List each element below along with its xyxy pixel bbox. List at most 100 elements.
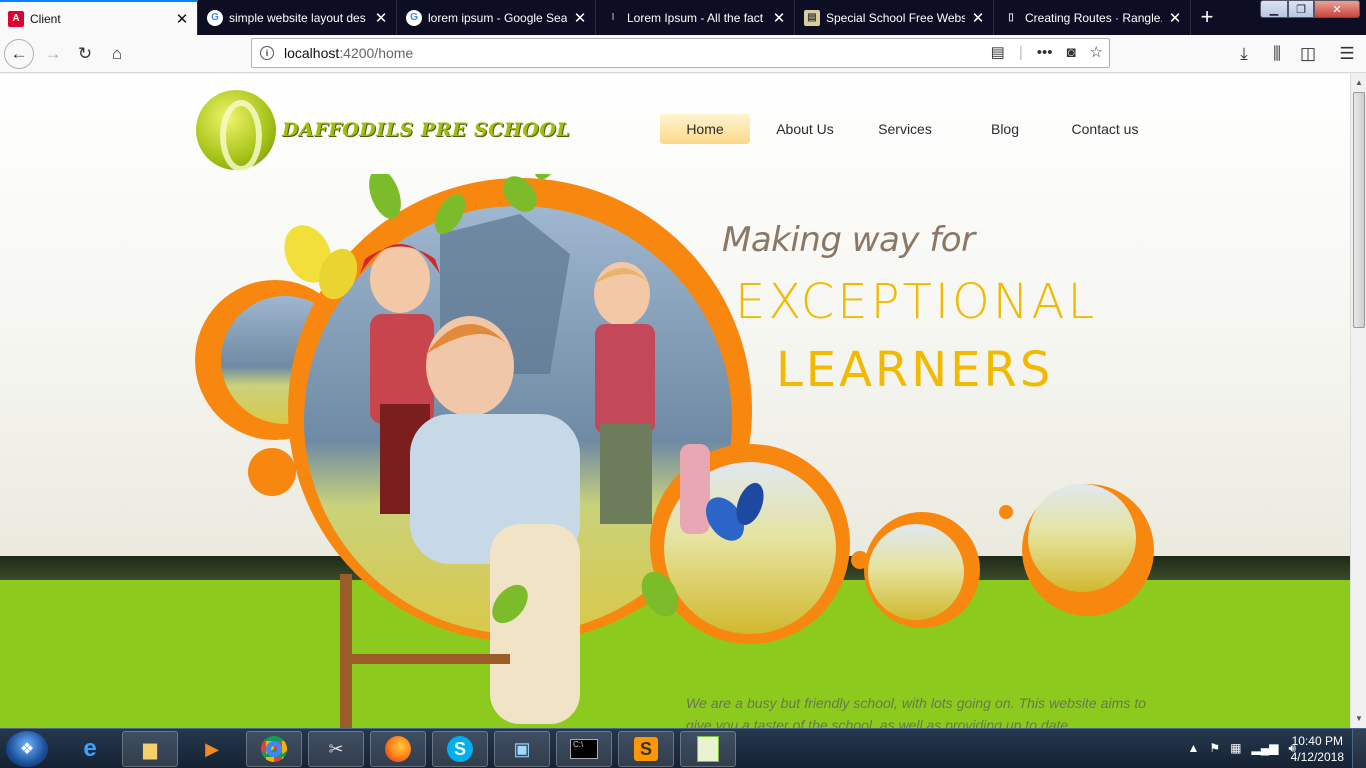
taskbar-firefox[interactable] (370, 731, 426, 767)
close-window-button[interactable]: ✕ (1314, 0, 1360, 18)
reload-button[interactable]: ↻ (70, 39, 100, 69)
minimize-button[interactable]: ▁ (1260, 0, 1288, 18)
tab-google-search-2[interactable]: G lorem ipsum - Google Sea ✕ (398, 0, 596, 35)
url-divider: | (1018, 43, 1023, 61)
url-bar[interactable]: i localhost:4200/home ▤ | ••• ◙ ☆ (251, 38, 1110, 68)
lorem-icon: Ɩ (611, 12, 615, 23)
main-menu: Home About Us Services Blog Contact us (660, 114, 1160, 144)
logo-text: DAFFODILS PRE SCHOOL (282, 119, 571, 141)
close-tab-icon[interactable]: ✕ (971, 9, 985, 27)
terminal-icon: C:\ (570, 739, 598, 759)
new-tab-button[interactable]: + (1196, 4, 1218, 30)
tab-title: lorem ipsum - Google Sea (428, 10, 567, 25)
menu-home[interactable]: Home (660, 114, 750, 144)
sidebar-icon: ◫ (1299, 44, 1317, 63)
bookmark-star-icon[interactable]: ☆ (1090, 43, 1103, 61)
skype-icon: S (447, 736, 473, 762)
sidebar-button[interactable]: ◫ (1293, 39, 1323, 69)
page-viewport: DAFFODILS PRE SCHOOL Home About Us Servi… (0, 74, 1350, 728)
close-tab-icon[interactable]: ✕ (175, 10, 189, 28)
taskbar-internet-explorer[interactable]: e (62, 731, 118, 767)
taskbar-network-monitor[interactable]: ▣ (494, 731, 550, 767)
scroll-down-icon[interactable]: ▼ (1353, 712, 1365, 726)
menu-contact-us[interactable]: Contact us (1060, 114, 1150, 144)
taskbar-command-prompt[interactable]: C:\ (556, 731, 612, 767)
arrow-left-icon: ← (10, 44, 28, 63)
reader-view-icon[interactable]: ▤ (991, 43, 1005, 61)
tab-title: Client (30, 11, 61, 26)
restore-button[interactable]: ❐ (1288, 0, 1314, 18)
back-button[interactable]: ← (4, 39, 34, 69)
notepad-icon (697, 736, 719, 762)
navigation-toolbar: ← → ↻ ⌂ i localhost:4200/home ▤ | ••• ◙ … (0, 35, 1366, 73)
headline-exceptional: EXCEPTIONAL (735, 274, 1098, 330)
security-icon[interactable]: ▦ (1230, 741, 1241, 756)
tab-google-search-1[interactable]: G simple website layout des ✕ (199, 0, 397, 35)
intro-paragraph: We are a busy but friendly school, with … (686, 695, 1146, 728)
close-tab-icon[interactable]: ✕ (573, 9, 587, 27)
tools-icon: ✂ (328, 738, 344, 759)
tab-title: Special School Free Websi (826, 10, 965, 25)
library-icon: ⫼ (1273, 44, 1281, 63)
menu-about-us[interactable]: About Us (760, 114, 850, 144)
taskbar-sublime-text[interactable]: S (618, 731, 674, 767)
taskbar-file-explorer[interactable]: ▆ (122, 731, 178, 767)
pocket-icon[interactable]: ◙ (1066, 44, 1075, 61)
page-icon: ▤ (804, 9, 820, 26)
hamburger-icon: ☰ (1339, 44, 1355, 63)
show-desktop-button[interactable] (1352, 729, 1366, 768)
reload-icon: ↻ (77, 44, 93, 63)
show-hidden-icons[interactable]: ▲ (1187, 741, 1199, 756)
taskbar-chrome[interactable] (246, 731, 302, 767)
network-icon[interactable]: ▂▄▆ (1251, 741, 1278, 756)
tab-special-school[interactable]: ▤ Special School Free Websi ✕ (796, 0, 994, 35)
tab-title: simple website layout des (229, 10, 366, 25)
taskbar-notepad-plus[interactable] (680, 731, 736, 767)
monitor-icon: ▣ (513, 738, 531, 759)
menu-services[interactable]: Services (860, 114, 950, 144)
small-orange-dot (248, 448, 296, 496)
home-icon: ⌂ (111, 44, 123, 63)
firefox-icon (385, 736, 411, 762)
forward-button[interactable]: → (38, 39, 68, 69)
angular-icon: A (8, 10, 24, 27)
tagline: Making way for (722, 220, 975, 260)
site-logo[interactable]: DAFFODILS PRE SCHOOL (196, 90, 571, 172)
tab-creating-routes[interactable]: ▯ Creating Routes · Rangle.i ✕ (995, 0, 1191, 35)
logo-emblem-icon (196, 90, 276, 172)
start-button[interactable]: ❖ (6, 731, 48, 767)
meadow-bubble-1 (868, 524, 964, 620)
scroll-up-icon[interactable]: ▲ (1353, 76, 1365, 90)
taskbar-media-player[interactable]: ▶ (184, 731, 240, 767)
info-icon[interactable]: i (260, 46, 274, 60)
close-tab-icon[interactable]: ✕ (1168, 9, 1182, 27)
headline-learners: LEARNERS (776, 342, 1054, 398)
taskbar-skype[interactable]: S (432, 731, 488, 767)
system-tray: ▲ ⚑ ▦ ▂▄▆ 🔊︎ (1187, 741, 1296, 756)
scroll-thumb[interactable] (1353, 92, 1365, 328)
meadow-bubble-2 (1028, 484, 1136, 592)
library-button[interactable]: ⫼ (1262, 39, 1292, 69)
tab-title: Creating Routes · Rangle.i (1025, 10, 1162, 25)
system-clock[interactable]: 10:40 PM 4/12/2018 (1291, 733, 1344, 765)
google-icon: G (406, 9, 422, 26)
home-button[interactable]: ⌂ (102, 39, 132, 69)
taskbar-tools[interactable]: ✂ (308, 731, 364, 767)
sublime-icon: S (634, 737, 658, 761)
menu-button[interactable]: ☰ (1332, 39, 1362, 69)
page-actions-icon[interactable]: ••• (1037, 44, 1053, 61)
clock-date: 4/12/2018 (1290, 750, 1344, 764)
close-tab-icon[interactable]: ✕ (374, 9, 388, 27)
tab-title: Lorem Ipsum - All the fact (627, 10, 764, 25)
tiny-orange-dot-2 (999, 505, 1013, 519)
clock-time: 10:40 PM (1291, 734, 1343, 748)
menu-blog[interactable]: Blog (960, 114, 1050, 144)
action-center-flag-icon[interactable]: ⚑ (1209, 741, 1220, 756)
vertical-scrollbar[interactable]: ▲ ▼ (1350, 74, 1366, 728)
close-tab-icon[interactable]: ✕ (772, 9, 786, 27)
tab-strip: A Client ✕ G simple website layout des ✕… (0, 0, 1366, 35)
tab-client[interactable]: A Client ✕ (0, 0, 198, 35)
tab-lorem-ipsum[interactable]: Ɩ Lorem Ipsum - All the fact ✕ (597, 0, 795, 35)
hero-illustration (195, 174, 1154, 728)
downloads-button[interactable]: ⤓ (1229, 39, 1259, 69)
